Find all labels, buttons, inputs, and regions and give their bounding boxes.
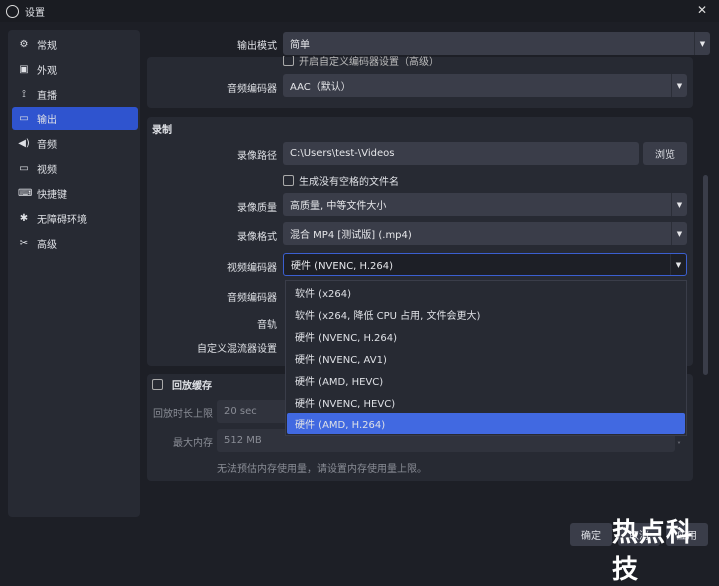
sidebar-item-output[interactable]: ▭ 输出 (12, 107, 138, 130)
title-bar: 设置 ✕ (0, 0, 719, 22)
sidebar-item-label: 视频 (37, 165, 57, 176)
checkbox[interactable] (283, 54, 294, 66)
tools-icon: ✂ (19, 238, 29, 249)
chevron-down-icon: ▼ (671, 222, 687, 245)
dropdown-value: 高质量, 中等文件大小 (290, 201, 387, 212)
recording-quality-dropdown[interactable]: 高质量, 中等文件大小 ▼ (283, 193, 687, 216)
audio-track-label: 音轨 (257, 320, 277, 331)
monitor-icon: ▭ (19, 163, 29, 174)
recording-format-label: 录像格式 (237, 232, 277, 243)
encoder-option-selected[interactable]: 硬件 (AMD, H.264) (287, 413, 685, 434)
dropdown-value: AAC（默认） (290, 82, 351, 93)
sidebar-item-label: 快捷键 (37, 190, 67, 201)
obs-logo-icon (6, 4, 19, 18)
sidebar-item-label: 直播 (37, 91, 57, 102)
dropdown-value: 简单 (290, 40, 310, 51)
no-space-filename-checkbox[interactable]: 生成没有空格的文件名 (283, 173, 399, 188)
sidebar-item-stream[interactable]: ⟟ 直播 (12, 83, 138, 106)
dropdown-value: 硬件 (NVENC, H.264) (291, 261, 394, 272)
sidebar-item-label: 高级 (37, 240, 57, 251)
chevron-down-icon: ▼ (671, 74, 687, 97)
video-encoder-options: 软件 (x264) 软件 (x264, 降低 CPU 占用, 文件会更大) 硬件… (285, 280, 687, 436)
sidebar-item-label: 无障碍环境 (37, 215, 87, 226)
sidebar: ⚙ 常规 ▣ 外观 ⟟ 直播 ▭ 输出 ◀) 音频 ▭ 视频 ⌨ 快捷键 ✱ 无障碍环境 ✂ 高级 (8, 30, 140, 517)
audio-encoder-label: 音频编码器 (227, 84, 277, 95)
sidebar-item-label: 外观 (37, 66, 57, 77)
memory-note: 无法预估内存使用量，请设置内存使用量上限。 (217, 464, 427, 475)
video-encoder-label: 视频编码器 (227, 263, 277, 274)
recording-quality-label: 录像质量 (237, 203, 277, 214)
sidebar-item-general[interactable]: ⚙ 常规 (12, 33, 138, 56)
chevron-down-icon: ▼ (694, 32, 710, 55)
chevron-down-icon: ▼ (671, 193, 687, 216)
watermark: 热点科技 (612, 518, 694, 585)
checkbox[interactable] (283, 175, 294, 186)
sidebar-item-accessibility[interactable]: ✱ 无障碍环境 (12, 207, 138, 230)
recording-path-label: 录像路径 (237, 151, 277, 162)
speaker-icon: ◀) (18, 138, 30, 149)
encoder-option[interactable]: 软件 (x264) (287, 282, 685, 303)
output-mode-label: 输出模式 (237, 41, 277, 52)
rec-audio-encoder-label: 音频编码器 (227, 293, 277, 304)
checkbox-label: 回放缓存 (172, 381, 212, 392)
sidebar-item-label: 输出 (37, 115, 57, 126)
sidebar-item-label: 音频 (37, 140, 57, 151)
appearance-icon: ▣ (19, 64, 29, 75)
sidebar-item-advanced[interactable]: ✂ 高级 (12, 232, 138, 255)
recording-title: 录制 (152, 125, 172, 136)
max-memory-label: 最大内存 (173, 438, 213, 449)
output-icon: ▭ (19, 113, 29, 124)
sidebar-item-appearance[interactable]: ▣ 外观 (12, 58, 138, 81)
encoder-option[interactable]: 硬件 (NVENC, H.264) (287, 326, 685, 347)
encoder-option[interactable]: 硬件 (AMD, HEVC) (287, 370, 685, 391)
replay-duration-label: 回放时长上限 (153, 409, 213, 420)
antenna-icon: ⟟ (22, 89, 26, 100)
video-encoder-dropdown[interactable]: 硬件 (NVENC, H.264) ▼ (283, 253, 687, 276)
accessibility-icon: ✱ (19, 213, 29, 224)
sidebar-item-video[interactable]: ▭ 视频 (12, 157, 138, 180)
window-title: 设置 (25, 7, 45, 19)
chevron-down-icon: ▼ (670, 254, 686, 275)
gear-icon: ⚙ (19, 39, 29, 50)
replay-buffer-checkbox[interactable]: 回放缓存 (152, 377, 212, 392)
muxer-settings-label: 自定义混流器设置 (197, 344, 277, 355)
checkbox-label: 生成没有空格的文件名 (299, 177, 399, 188)
browse-button[interactable]: 浏览 (643, 142, 687, 165)
keyboard-icon: ⌨ (18, 188, 33, 199)
encoder-option[interactable]: 硬件 (NVENC, AV1) (287, 348, 685, 369)
recording-path-input[interactable]: C:\Users\test-\Videos (283, 142, 639, 165)
output-mode-dropdown[interactable]: 简单 ▼ (283, 32, 710, 55)
encoder-option[interactable]: 软件 (x264, 降低 CPU 占用, 文件会更大) (287, 304, 685, 325)
sidebar-item-audio[interactable]: ◀) 音频 (12, 132, 138, 155)
checkbox[interactable] (152, 379, 163, 390)
ok-button[interactable]: 确定 (570, 523, 612, 546)
close-icon[interactable]: ✕ (697, 3, 707, 17)
sidebar-item-hotkeys[interactable]: ⌨ 快捷键 (12, 182, 138, 205)
audio-encoder-dropdown[interactable]: AAC（默认） ▼ (283, 74, 687, 97)
dropdown-value: 混合 MP4 [测试版] (.mp4) (290, 230, 412, 241)
scrollbar[interactable] (703, 175, 708, 375)
encoder-option[interactable]: 硬件 (NVENC, HEVC) (287, 392, 685, 413)
sidebar-item-label: 常规 (37, 41, 57, 52)
recording-format-dropdown[interactable]: 混合 MP4 [测试版] (.mp4) ▼ (283, 222, 687, 245)
